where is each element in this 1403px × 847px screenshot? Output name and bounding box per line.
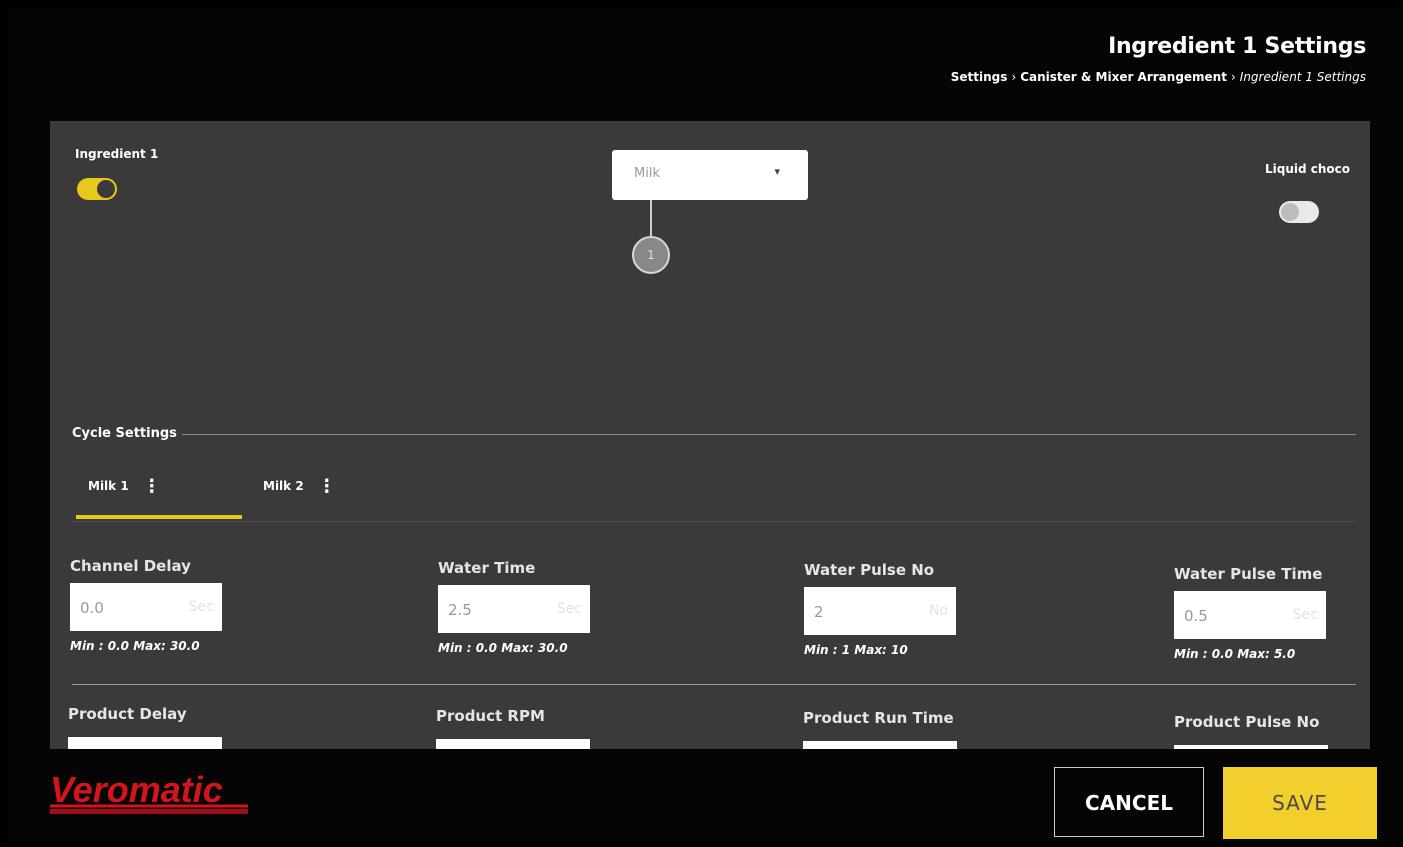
connector-line — [650, 200, 652, 236]
field-hint: Min : 0.0 Max: 30.0 — [70, 639, 200, 653]
canister-node[interactable]: 1 — [632, 236, 670, 274]
liquid-choco-label: Liquid choco — [1264, 162, 1350, 176]
screen: Ingredient 1 Settings Settings › Canister … — [8, 8, 1400, 842]
breadcrumb-item-canister[interactable]: Canister & Mixer Arrangement — [1020, 70, 1227, 84]
field-water-pulse-no: Water Pulse No 2 No Min : 1 Max: 10 — [804, 561, 1074, 657]
input-value: 2.5 — [448, 601, 472, 619]
cancel-button[interactable]: CANCEL — [1054, 767, 1204, 837]
page-title: Ingredient 1 Settings — [1108, 34, 1366, 59]
breadcrumb: Settings › Canister & Mixer Arrangement › In… — [951, 70, 1366, 84]
ingredient-toggle[interactable] — [77, 178, 117, 200]
channel-delay-input[interactable]: 0.0 Sec — [70, 583, 222, 631]
field-product-pulse-no: Product Pulse No — [1174, 713, 1370, 749]
water-pulse-time-input[interactable]: 0.5 Sec — [1174, 591, 1326, 639]
tab-milk-2[interactable]: Milk 2 ⋮ — [263, 477, 336, 495]
field-label: Water Time — [438, 559, 536, 577]
caret-down-icon: ▾ — [774, 165, 780, 178]
input-unit: Sec — [556, 601, 582, 617]
tab-label: Milk 1 — [88, 479, 129, 493]
tab-label: Milk 2 — [263, 479, 304, 493]
field-label: Product Run Time — [803, 709, 954, 727]
active-tab-indicator — [76, 515, 242, 519]
field-label: Water Pulse No — [804, 561, 935, 579]
breadcrumb-separator: › — [1011, 70, 1017, 84]
water-pulse-no-input[interactable]: 2 No — [804, 587, 956, 635]
breadcrumb-separator: › — [1230, 70, 1236, 84]
ingredient-select[interactable]: Milk ▾ — [612, 150, 808, 200]
divider — [72, 521, 1356, 522]
field-label: Product RPM — [436, 707, 545, 725]
save-button[interactable]: SAVE — [1223, 767, 1377, 839]
field-product-delay: Product Delay — [68, 705, 338, 749]
input-value: 0.5 — [1184, 607, 1208, 625]
water-time-input[interactable]: 2.5 Sec — [438, 585, 590, 633]
logo-text: Veromatic — [50, 770, 223, 810]
divider — [72, 684, 1356, 685]
input-unit: No — [928, 603, 948, 619]
field-label: Product Pulse No — [1174, 713, 1320, 731]
field-water-pulse-time: Water Pulse Time 0.5 Sec Min : 0.0 Max: … — [1174, 565, 1370, 661]
input-unit: Sec — [188, 599, 214, 615]
field-label: Channel Delay — [70, 557, 191, 575]
field-label: Water Pulse Time — [1174, 565, 1323, 583]
kebab-menu-icon[interactable]: ⋮ — [143, 477, 161, 495]
cycle-settings-label: Cycle Settings — [72, 426, 177, 441]
breadcrumb-item-settings[interactable]: Settings — [951, 70, 1008, 84]
breadcrumb-current: Ingredient 1 Settings — [1239, 70, 1366, 84]
field-hint: Min : 1 Max: 10 — [804, 643, 908, 657]
toggle-knob — [1281, 203, 1299, 221]
settings-panel: Ingredient 1 Milk ▾ 1 Liquid choco Cycle… — [50, 121, 1370, 749]
kebab-menu-icon[interactable]: ⋮ — [318, 477, 336, 495]
toggle-knob — [97, 180, 115, 198]
ingredient-label: Ingredient 1 — [75, 147, 159, 161]
tab-milk-1[interactable]: Milk 1 ⋮ — [88, 477, 161, 495]
field-label: Product Delay — [68, 705, 187, 723]
product-rpm-input[interactable] — [436, 739, 590, 749]
field-product-rpm: Product RPM — [436, 707, 706, 749]
field-hint: Min : 0.0 Max: 5.0 — [1174, 647, 1296, 661]
ingredient-select-value: Milk — [634, 166, 660, 181]
field-water-time: Water Time 2.5 Sec Min : 0.0 Max: 30.0 — [438, 559, 708, 655]
divider — [182, 434, 1356, 435]
field-channel-delay: Channel Delay 0.0 Sec Min : 0.0 Max: 30.… — [70, 557, 340, 653]
input-unit: Sec — [1292, 607, 1318, 623]
field-hint: Min : 0.0 Max: 30.0 — [438, 641, 568, 655]
input-value: 2 — [814, 603, 824, 621]
input-value: 0.0 — [80, 599, 104, 617]
liquid-choco-toggle[interactable] — [1279, 201, 1319, 223]
veromatic-logo: Veromatic — [50, 770, 248, 814]
product-delay-input[interactable] — [68, 737, 222, 749]
field-product-run-time: Product Run Time — [803, 709, 1073, 749]
product-run-time-input[interactable] — [803, 741, 957, 749]
